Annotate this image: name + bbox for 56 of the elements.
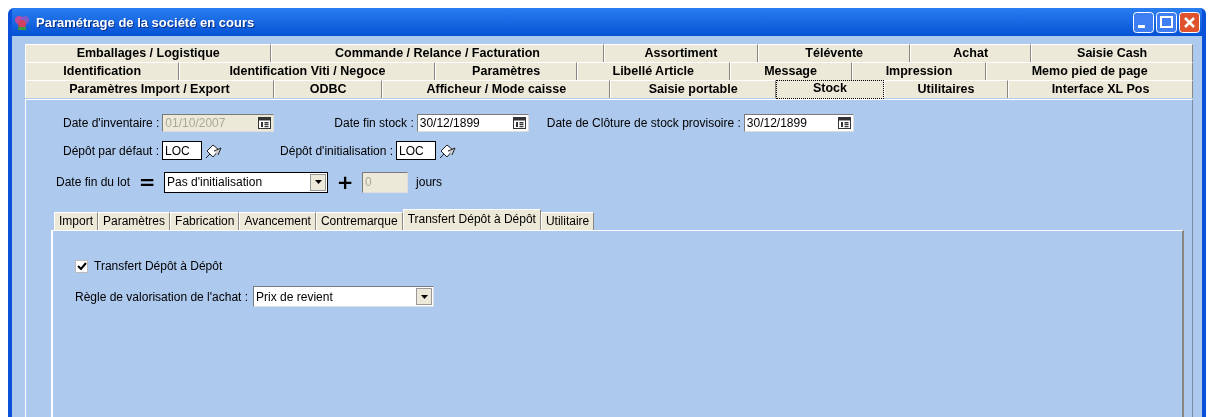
tab[interactable]: Saisie portable — [610, 80, 776, 98]
field-label: Date fin du lot — [56, 175, 131, 189]
dropdown-button[interactable] — [416, 288, 433, 305]
tab[interactable]: Commande / Relance / Facturation — [271, 44, 604, 62]
tab[interactable]: Interface XL Pos — [1008, 80, 1193, 98]
tab[interactable]: Utilitaire — [540, 212, 595, 230]
tab[interactable]: Paramètres Import / Export — [25, 80, 274, 98]
tab[interactable]: Impression — [851, 62, 987, 80]
field-label: Date de Clôture de stock provisoire : — [546, 116, 741, 130]
field-label: Dépôt par défaut : — [63, 143, 160, 158]
equals-sign: = — [138, 170, 157, 194]
tab[interactable]: Saisie Cash — [1031, 44, 1193, 62]
tab[interactable]: Fabrication — [170, 212, 240, 230]
close-button[interactable] — [1179, 11, 1200, 33]
tab[interactable]: Utilitaires — [884, 80, 1008, 98]
depot-field[interactable]: LOC — [396, 141, 437, 160]
tab[interactable]: Memo pied de page — [986, 62, 1193, 80]
tab[interactable]: Message — [729, 62, 852, 80]
tab[interactable]: Paramètres — [98, 212, 171, 230]
unit-label: jours — [416, 175, 443, 189]
tab[interactable]: Avancement — [239, 212, 316, 230]
field-label: Dépôt d'initialisation : — [280, 143, 394, 158]
tab[interactable]: Achat — [910, 44, 1032, 62]
dropdown-button[interactable] — [310, 173, 327, 191]
date-field[interactable]: 30/12/1899 — [416, 114, 529, 132]
caret-icon[interactable] — [420, 294, 428, 299]
tab[interactable]: Stock — [775, 80, 885, 99]
tab[interactable]: Identification Viti / Negoce — [179, 62, 436, 80]
field-label: Date d'inventaire : — [63, 116, 160, 130]
depot-field[interactable]: LOC — [162, 141, 203, 160]
calendar-icon[interactable] — [837, 117, 851, 129]
maximize-button[interactable] — [1156, 11, 1177, 33]
tab[interactable]: Emballages / Logistique — [25, 44, 272, 62]
tab[interactable]: Libellé Article — [577, 62, 730, 80]
field-label: Règle de valorisation de l'achat : — [75, 289, 249, 304]
checkbox-label: Transfert Dépôt à Dépôt — [94, 259, 223, 273]
tab[interactable]: Transfert Dépôt à Dépôt — [402, 209, 541, 230]
field-label: Date fin stock : — [334, 116, 414, 130]
dropdown[interactable]: Pas d'initialisation — [164, 171, 329, 193]
lookup-icon[interactable] — [439, 142, 457, 159]
date-field[interactable]: 30/12/1899 — [743, 114, 854, 132]
tab[interactable]: Assortiment — [603, 44, 759, 62]
calendar-icon[interactable] — [512, 117, 526, 129]
caret-icon[interactable] — [314, 180, 322, 184]
tab[interactable]: Paramètres — [435, 62, 577, 80]
tab[interactable]: Import — [54, 212, 98, 230]
plus-sign: + — [336, 170, 355, 194]
tab[interactable]: Contremarque — [315, 212, 403, 230]
tab[interactable]: Afficheur / Mode caisse — [382, 80, 611, 98]
window-title: Paramétrage de la société en cours — [36, 14, 256, 30]
tab[interactable]: Identification — [25, 62, 180, 80]
tab[interactable]: ODBC — [273, 80, 383, 98]
dropdown[interactable]: Prix de revient — [253, 286, 435, 307]
minimize-button[interactable] — [1133, 11, 1154, 33]
tab[interactable]: Télévente — [758, 44, 911, 62]
lookup-icon[interactable] — [205, 142, 223, 159]
